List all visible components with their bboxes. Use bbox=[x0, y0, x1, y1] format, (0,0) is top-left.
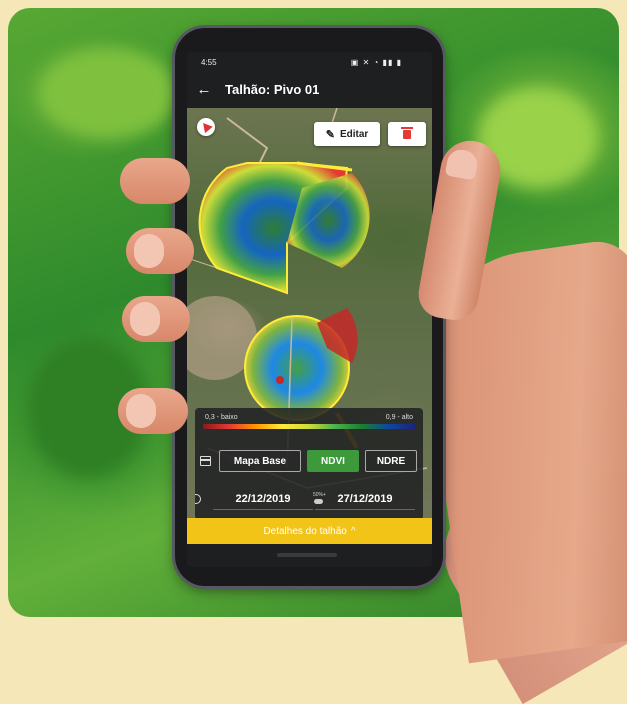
phone-screen: 4:55 ▣ ✕ ◔ ▮▮ ▮ ← Talhão: Pivo 01 ✎ Edit… bbox=[187, 52, 432, 567]
edit-button-label: Editar bbox=[339, 128, 369, 140]
delete-button[interactable] bbox=[388, 122, 426, 146]
blurred-field bbox=[38, 48, 178, 138]
trash-icon bbox=[401, 126, 413, 139]
app-bar: ← Talhão: Pivo 01 bbox=[187, 72, 432, 108]
layer-panel: 0,3 - baixo 0,9 - alto Mapa Base NDVI ND… bbox=[195, 408, 423, 520]
tab-ndvi[interactable]: NDVI bbox=[307, 450, 359, 472]
tab-ndre[interactable]: NDRE bbox=[365, 450, 417, 472]
end-date[interactable]: 27/12/2019 bbox=[315, 488, 415, 510]
chevron-up-icon: ^ bbox=[350, 525, 356, 537]
cloud-icon bbox=[195, 494, 201, 504]
back-arrow-icon[interactable]: ← bbox=[195, 81, 213, 99]
calendar-icon[interactable] bbox=[199, 454, 213, 468]
home-indicator[interactable] bbox=[277, 553, 337, 557]
pencil-icon: ✎ bbox=[325, 128, 335, 141]
finger bbox=[118, 388, 188, 434]
tab-base-map[interactable]: Mapa Base bbox=[219, 450, 301, 472]
legend-high-label: 0,9 - alto bbox=[385, 414, 413, 421]
status-time: 4:55 bbox=[201, 58, 217, 67]
legend-low-label: 0,3 - baixo bbox=[205, 414, 238, 421]
edit-button[interactable]: ✎ Editar bbox=[314, 122, 380, 146]
start-date[interactable]: 22/12/2019 bbox=[213, 488, 313, 510]
navigation-bar bbox=[187, 544, 432, 567]
finger bbox=[122, 296, 190, 342]
status-icons: ▣ ✕ ◔ ▮▮ ▮ bbox=[350, 58, 402, 67]
page-title: Talhão: Pivo 01 bbox=[225, 82, 320, 97]
finger bbox=[120, 158, 190, 204]
field-details-button[interactable]: Detalhes do talhão ^ bbox=[187, 518, 432, 544]
compass-icon[interactable] bbox=[197, 118, 215, 136]
status-bar: 4:55 ▣ ✕ ◔ ▮▮ ▮ bbox=[187, 52, 432, 72]
finger bbox=[126, 228, 194, 274]
field-details-label: Detalhes do talhão bbox=[263, 525, 347, 537]
ndvi-color-scale bbox=[203, 424, 415, 429]
